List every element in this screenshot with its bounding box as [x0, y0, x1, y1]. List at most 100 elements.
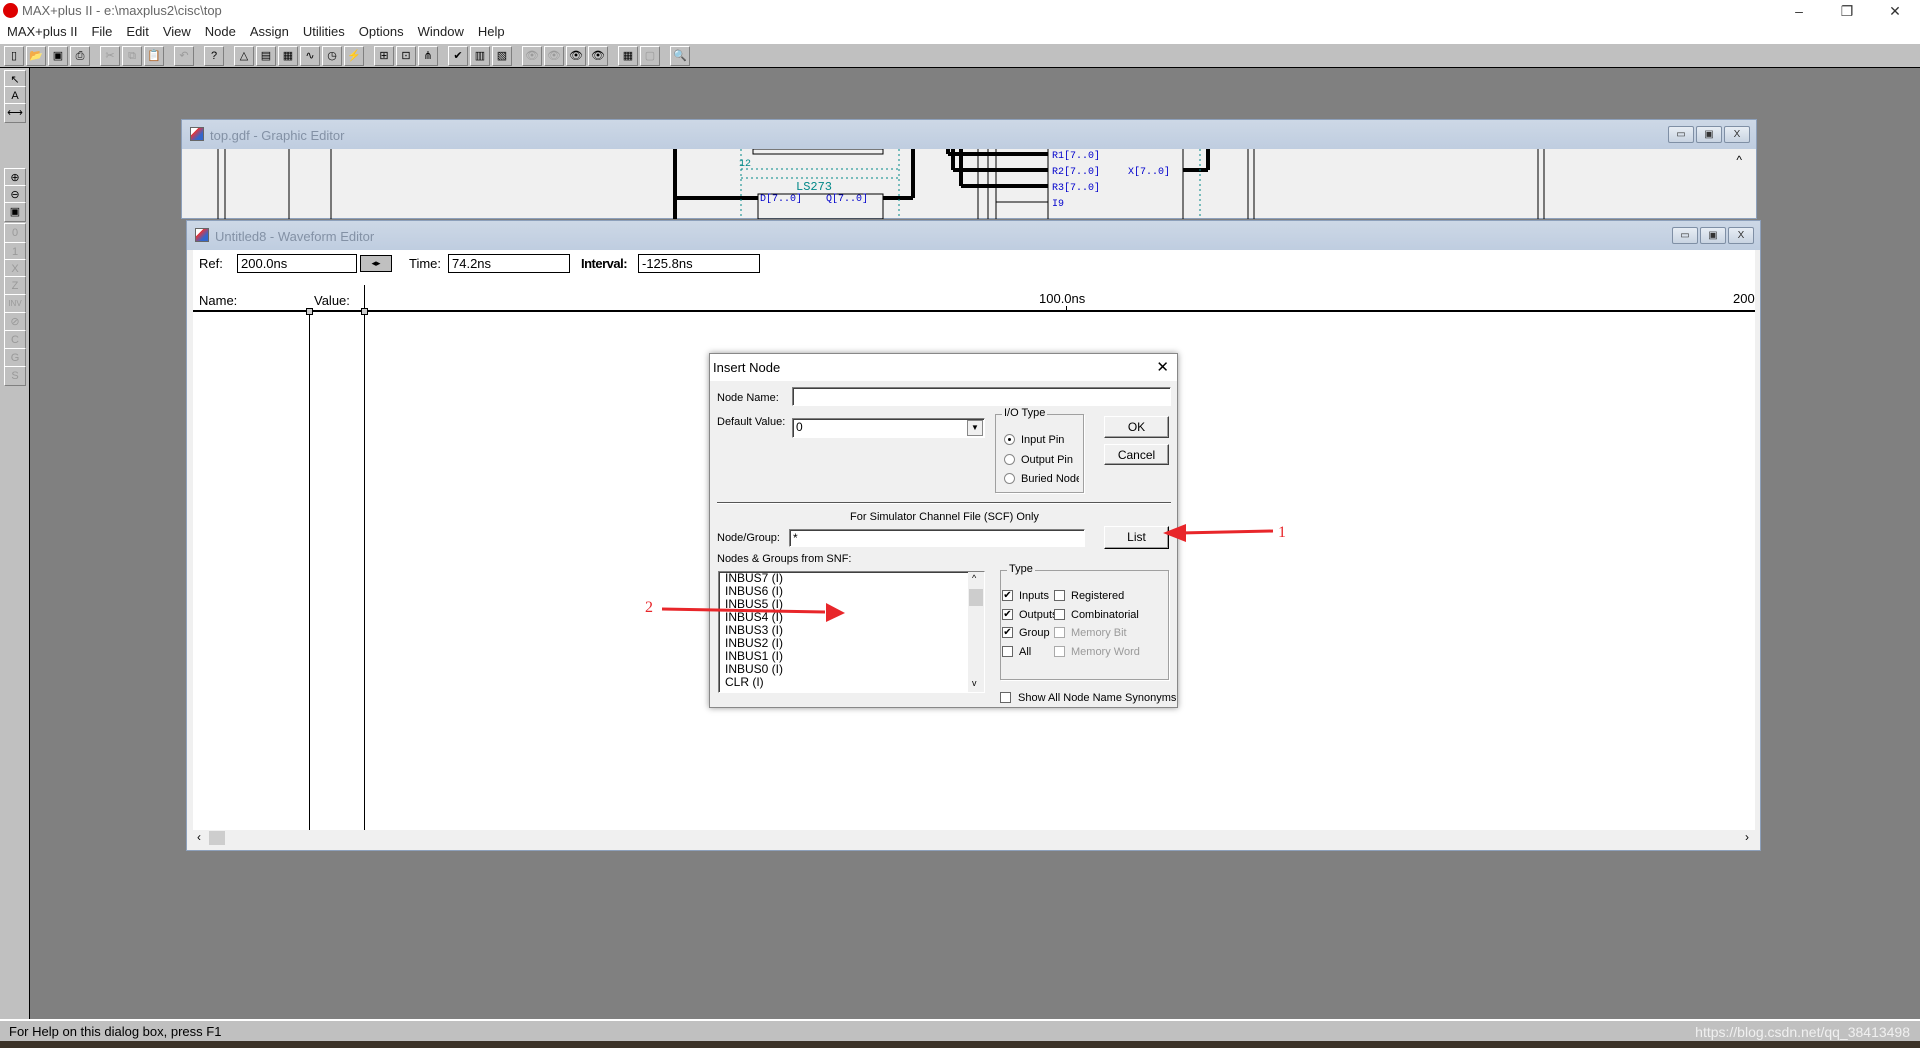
menu-options[interactable]: Options: [352, 22, 411, 39]
overwrite-clock-icon[interactable]: ⊘: [4, 312, 26, 332]
list-button[interactable]: List: [1104, 526, 1169, 549]
ok-button[interactable]: OK: [1104, 416, 1169, 438]
menu-max-plus-ii[interactable]: MAX+plus II: [0, 22, 84, 39]
overwrite-group-icon[interactable]: G: [4, 348, 26, 368]
scroll-thumb[interactable]: [209, 831, 225, 845]
all-label[interactable]: All: [1019, 646, 1031, 658]
output-pin-radio[interactable]: [1004, 454, 1015, 465]
waveform-editor-title-bar[interactable]: Untitled8 - Waveform Editor ▭ ▣ X: [187, 221, 1760, 250]
close-button[interactable]: X: [1728, 227, 1754, 244]
column-handle[interactable]: [306, 308, 313, 315]
value-waveform-divider[interactable]: [364, 285, 365, 834]
show-synonyms-checkbox[interactable]: [1000, 692, 1011, 703]
scroll-thumb[interactable]: [969, 589, 983, 606]
save-icon[interactable]: ▣: [48, 46, 68, 66]
simulator-icon[interactable]: ∿: [300, 46, 320, 66]
list-item[interactable]: CLR (I): [722, 676, 984, 689]
close-button[interactable]: ✕: [1872, 0, 1918, 22]
timing-analyzer-icon[interactable]: ◷: [322, 46, 342, 66]
menu-node[interactable]: Node: [198, 22, 243, 39]
input-pin-label[interactable]: Input Pin: [1021, 434, 1064, 446]
output-pin-label[interactable]: Output Pin: [1021, 454, 1073, 466]
scroll-down-arrow[interactable]: v: [972, 677, 977, 690]
menu-edit[interactable]: Edit: [119, 22, 155, 39]
dialog-close-button[interactable]: ✕: [1156, 358, 1169, 376]
dialog-title-bar[interactable]: Insert Node ✕: [710, 354, 1177, 381]
join-tool-icon[interactable]: ⟷: [4, 103, 26, 123]
fit-in-window-icon[interactable]: ▣: [4, 202, 26, 222]
overwrite-count-icon[interactable]: C: [4, 330, 26, 350]
chevron-down-icon[interactable]: ▼: [967, 420, 983, 436]
column-handle[interactable]: [361, 308, 368, 315]
horizontal-scrollbar[interactable]: ‹ ›: [193, 830, 1755, 846]
paste-icon[interactable]: 📋: [144, 46, 164, 66]
name-value-divider[interactable]: [309, 312, 310, 834]
nodes-listbox[interactable]: INBUS7 (I) INBUS6 (I) INBUS5 (I) INBUS4 (I)…: [718, 571, 985, 693]
outputs-checkbox[interactable]: ✔: [1002, 608, 1013, 620]
menu-view[interactable]: View: [156, 22, 198, 39]
buried-node-label[interactable]: Buried Node: [1021, 473, 1079, 485]
buried-node-radio[interactable]: [1004, 473, 1015, 484]
floorplan-editor-icon[interactable]: ▤: [256, 46, 276, 66]
show-synonyms-label[interactable]: Show All Node Name Synonyms: [1018, 692, 1176, 704]
scroll-up-arrow[interactable]: ^: [972, 572, 976, 585]
inputs-checkbox[interactable]: ✔: [1002, 590, 1013, 601]
print-icon[interactable]: ⎙: [70, 46, 90, 66]
find-clique-icon[interactable]: 👁: [588, 46, 608, 66]
maximize-button[interactable]: ▣: [1696, 126, 1722, 143]
interval-field[interactable]: -125.8ns: [638, 254, 760, 273]
project-set-icon[interactable]: ⊞: [374, 46, 394, 66]
find-node-icon[interactable]: 👁: [566, 46, 586, 66]
restore-button[interactable]: ❐: [1824, 0, 1870, 22]
set-low-icon[interactable]: 0: [4, 223, 26, 243]
open-folder-icon[interactable]: 📂: [26, 46, 46, 66]
graphic-editor-title-bar[interactable]: top.gdf - Graphic Editor ▭ ▣ X: [182, 120, 1756, 149]
schematic-canvas[interactable]: 12 LS273 D[7..0] Q[7..0] R1[7..0] R2[7..…: [188, 149, 1738, 219]
combinatorial-checkbox[interactable]: [1054, 608, 1065, 620]
programmer-icon[interactable]: ⚡: [344, 46, 364, 66]
menu-window[interactable]: Window: [411, 22, 471, 39]
ref-arrow-buttons[interactable]: ◂▸: [360, 255, 392, 272]
time-field[interactable]: 74.2ns: [448, 254, 570, 273]
menu-help[interactable]: Help: [471, 22, 512, 39]
all-checkbox[interactable]: [1002, 646, 1013, 658]
minimize-button[interactable]: ▭: [1672, 227, 1698, 244]
tile-icon[interactable]: ▦: [618, 46, 638, 66]
help-pointer-icon[interactable]: ?: [204, 46, 224, 66]
cut-icon[interactable]: ✂: [100, 46, 120, 66]
default-value-select[interactable]: 0 ▼: [792, 418, 985, 438]
save-compile-icon[interactable]: ▥: [470, 46, 490, 66]
save-simulate-icon[interactable]: ▧: [492, 46, 512, 66]
insert-node-dialog[interactable]: Insert Node ✕ Node Name: Default Value: …: [709, 353, 1178, 708]
minimize-button[interactable]: ▭: [1668, 126, 1694, 143]
scroll-right-arrow[interactable]: ›: [1745, 830, 1749, 844]
node-name-input[interactable]: [792, 387, 1171, 406]
maximize-button[interactable]: ▣: [1700, 227, 1726, 244]
group-label[interactable]: Group: [1019, 627, 1050, 639]
new-file-icon[interactable]: ▯: [4, 46, 24, 66]
menu-utilities[interactable]: Utilities: [296, 22, 352, 39]
scroll-left-arrow[interactable]: ‹: [197, 830, 201, 844]
group-checkbox[interactable]: ✔: [1002, 627, 1013, 639]
project-top-icon[interactable]: ⊡: [396, 46, 416, 66]
high-impedance-icon[interactable]: Z: [4, 276, 26, 296]
menu-assign[interactable]: Assign: [243, 22, 296, 39]
copy-icon[interactable]: ⧉: [122, 46, 142, 66]
minimize-button[interactable]: –: [1776, 0, 1822, 22]
cancel-button[interactable]: Cancel: [1104, 444, 1169, 465]
registered-label[interactable]: Registered: [1071, 590, 1124, 602]
graphic-editor-window[interactable]: top.gdf - Graphic Editor ▭ ▣ X 12 LS273 …: [181, 119, 1757, 219]
inputs-label[interactable]: Inputs: [1019, 590, 1049, 602]
menu-file[interactable]: File: [84, 22, 119, 39]
combinatorial-label[interactable]: Combinatorial: [1071, 609, 1139, 621]
invert-icon[interactable]: INV: [4, 294, 26, 314]
save-check-icon[interactable]: ✔: [448, 46, 468, 66]
ref-field[interactable]: 200.0ns: [237, 254, 357, 273]
list-vertical-scrollbar[interactable]: ^ v: [968, 572, 984, 692]
outputs-label[interactable]: Outputs: [1019, 609, 1058, 621]
compiler-icon[interactable]: ▦: [278, 46, 298, 66]
registered-checkbox[interactable]: [1054, 590, 1065, 601]
find-text-icon[interactable]: 👁: [522, 46, 542, 66]
undo-icon[interactable]: ↶: [174, 46, 194, 66]
cascade-icon[interactable]: ▢: [640, 46, 660, 66]
